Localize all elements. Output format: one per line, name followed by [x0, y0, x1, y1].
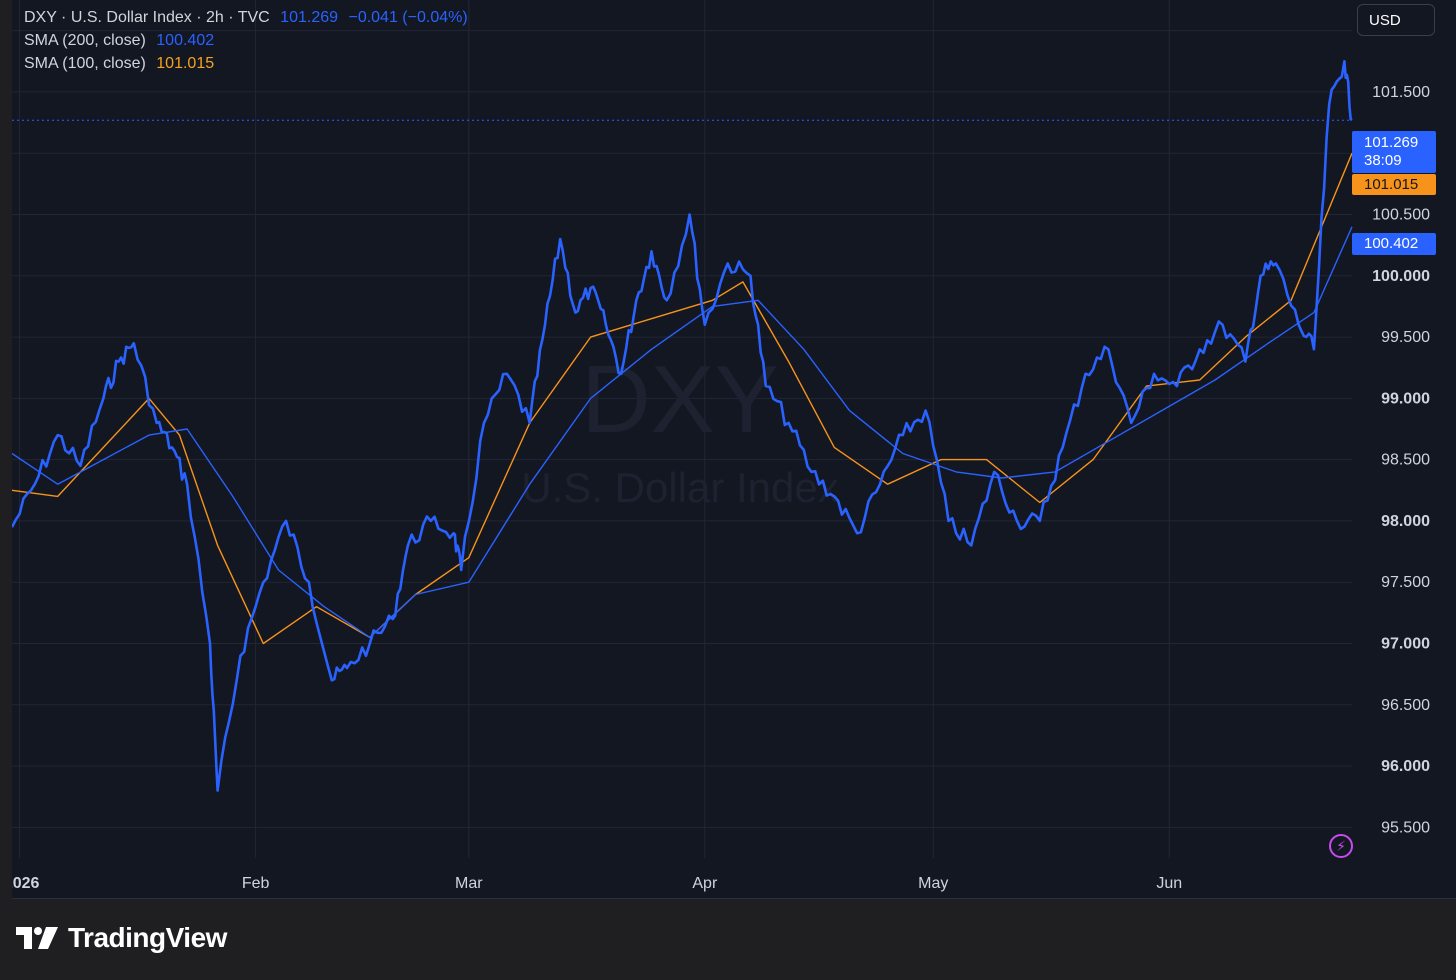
- x-tick-label: 2026: [12, 875, 40, 892]
- x-tick-label: Apr: [692, 875, 718, 892]
- last-price-tag-value: 101.269: [1364, 134, 1419, 151]
- x-tick-label: Mar: [455, 875, 483, 892]
- x-tick-label: Feb: [242, 875, 270, 892]
- sma100-value: 101.015: [156, 55, 215, 72]
- y-tick-label: 96.500: [1381, 697, 1430, 714]
- legend-sma100[interactable]: SMA (100, close) 101.015: [24, 55, 214, 73]
- last-price: 101.269: [280, 9, 339, 26]
- last-price-tag: 101.269 38:09: [1352, 131, 1436, 173]
- sma100-price-tag: 101.015: [1352, 174, 1436, 195]
- x-tick-label: May: [918, 875, 948, 892]
- y-tick-label: 101.500: [1372, 84, 1430, 101]
- sma200-label: SMA (200, close): [24, 32, 146, 49]
- watermark-symbol: DXY: [581, 346, 778, 453]
- time-axis[interactable]: 2026 Feb Mar Apr May Jun: [12, 875, 1182, 892]
- y-tick-label: 95.500: [1381, 819, 1430, 836]
- legend-main: DXY · U.S. Dollar Index · 2h · TVC 101.2…: [24, 9, 468, 27]
- y-tick-label: 97.500: [1381, 574, 1430, 591]
- price-change: −0.041 (−0.04%): [348, 9, 468, 26]
- y-tick-label: 98.000: [1381, 513, 1430, 530]
- sma200-price-tag: 100.402: [1352, 233, 1436, 255]
- brand-name: TradingView: [68, 922, 227, 953]
- y-tick-label: 99.000: [1381, 390, 1430, 407]
- sma200-value: 100.402: [156, 32, 215, 49]
- y-tick-label: 100.000: [1372, 268, 1430, 285]
- watermark-name: U.S. Dollar Index: [521, 464, 838, 511]
- y-tick-label: 96.000: [1381, 758, 1430, 775]
- currency-selector[interactable]: USD: [1357, 4, 1435, 36]
- y-tick-label: 98.500: [1381, 452, 1430, 469]
- tradingview-logo-icon: [16, 927, 58, 949]
- sma100-label: SMA (100, close): [24, 55, 146, 72]
- x-tick-label: Jun: [1156, 875, 1182, 892]
- flash-icon[interactable]: ⚡: [1329, 834, 1353, 858]
- chart-panel[interactable]: DXY U.S. Dollar Index 95.500 96.000 96.500…: [12, 0, 1456, 899]
- legend-sma200[interactable]: SMA (200, close) 100.402: [24, 32, 214, 50]
- y-tick-label: 97.000: [1381, 636, 1430, 653]
- y-tick-label: 99.500: [1381, 329, 1430, 346]
- symbol-title[interactable]: DXY · U.S. Dollar Index · 2h · TVC: [24, 9, 270, 26]
- y-tick-label: 100.500: [1372, 207, 1430, 224]
- price-chart[interactable]: DXY U.S. Dollar Index 95.500 96.000 96.500…: [12, 0, 1456, 898]
- bar-countdown: 38:09: [1364, 152, 1402, 169]
- tradingview-branding[interactable]: TradingView: [16, 922, 227, 954]
